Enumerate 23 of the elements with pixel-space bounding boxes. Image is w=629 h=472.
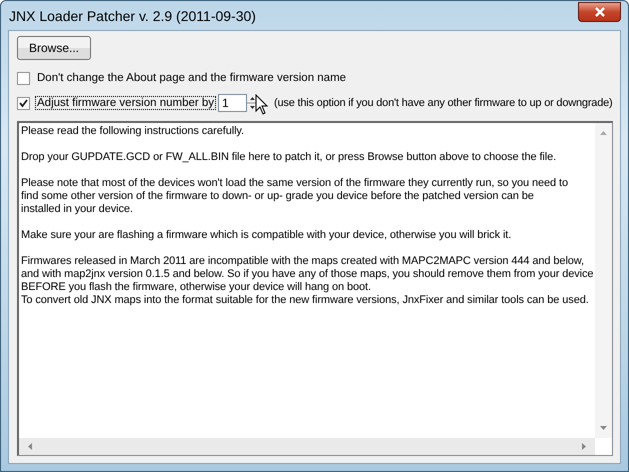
scroll-right-icon[interactable] bbox=[581, 442, 587, 451]
scroll-down-icon[interactable] bbox=[599, 425, 608, 431]
checkbox[interactable] bbox=[17, 72, 30, 84]
mouse-pointer-icon bbox=[255, 94, 270, 116]
horizontal-scrollbar[interactable] bbox=[19, 438, 595, 455]
scroll-up-icon[interactable] bbox=[599, 130, 608, 136]
close-button[interactable] bbox=[578, 2, 621, 22]
checkbox[interactable] bbox=[17, 96, 30, 110]
number-field[interactable]: 1 bbox=[218, 94, 248, 112]
browse-button[interactable]: Browse... bbox=[17, 36, 91, 60]
checkbox-label[interactable]: Adjust firmware version number by bbox=[36, 97, 216, 109]
instruction-paragraph: Firmwares released in March 2011 are incompatible with the maps created with MAPC2MAPC version 444 and below, and with map2jnx version 0.1.5 and below. So if you have any of those maps, you should remove them from your device BEFORE you flash the firmware, otherwise your device will hang on boot. To convert old JNX maps into the format suitable for the new firmware versions, JnxFixer and similar tools can be used. bbox=[21, 255, 593, 307]
checkbox-label[interactable]: Don't change the About page and the firmware version name bbox=[36, 72, 348, 84]
instruction-paragraph: Please note that most of the devices won't load the same version of the firmware they currently run, so you need to find some other version of the firmware to down- or up- grade you device before the patched version can be installed in your device. bbox=[21, 177, 570, 216]
scroll-left-icon[interactable] bbox=[27, 442, 33, 451]
instructions-textbox[interactable] bbox=[17, 121, 613, 456]
option-hint: (use this option if you don't have any other firmware to up or downgrade) bbox=[274, 97, 613, 109]
window-title: JNX Loader Patcher v. 2.9 (2011-09-30) bbox=[8, 8, 256, 24]
instruction-paragraph: Drop your GUPDATE.GCD or FW_ALL.BIN file here to patch it, or press Browse button above to choose the file. bbox=[21, 151, 558, 164]
vertical-scrollbar[interactable] bbox=[595, 123, 612, 438]
instruction-paragraph: Please read the following instructions carefully. bbox=[21, 125, 245, 138]
instruction-paragraph: Make sure your are flashing a firmware which is compatible with your device, otherwise you will brick it. bbox=[21, 229, 512, 242]
close-icon bbox=[594, 6, 606, 16]
